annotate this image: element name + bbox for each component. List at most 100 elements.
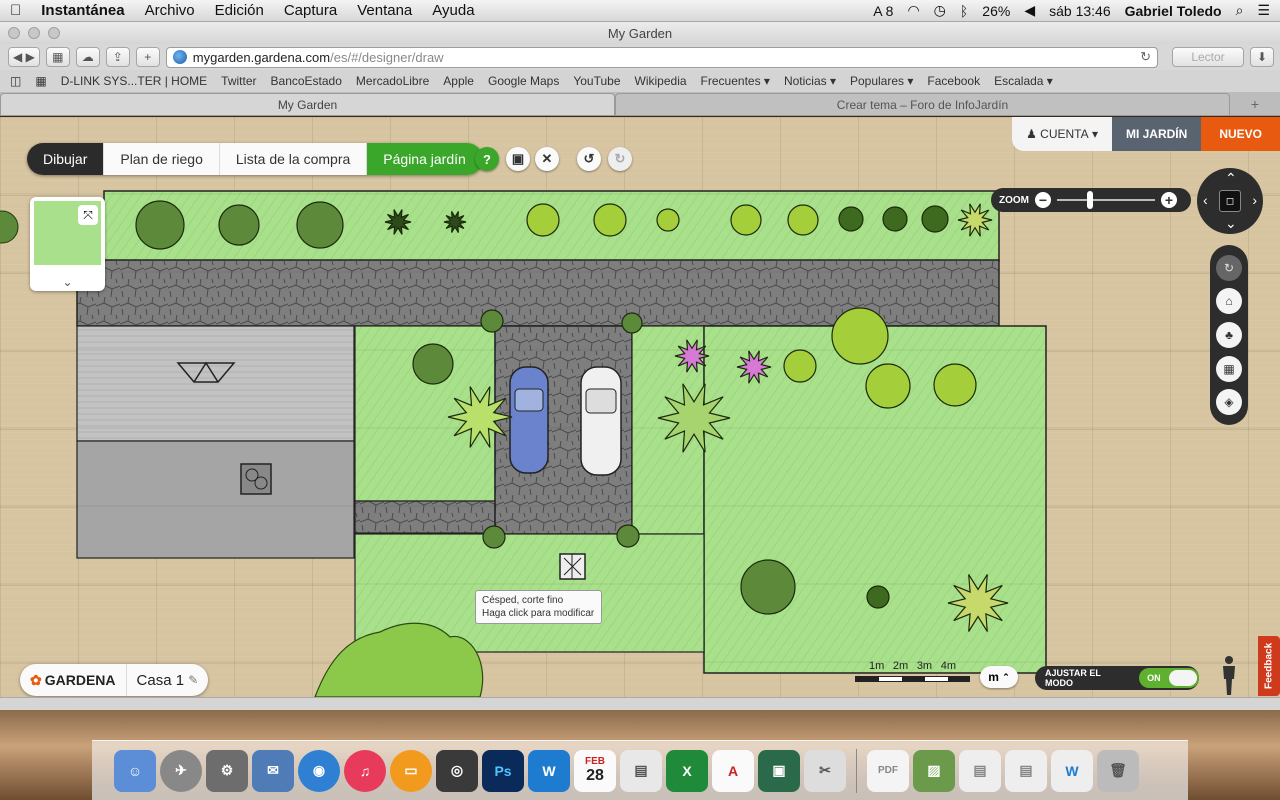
unit-selector[interactable]: m ⌃ (980, 666, 1018, 688)
undo-icon[interactable]: ↺ (577, 147, 601, 171)
plant-1[interactable] (218, 204, 260, 246)
user-menu[interactable]: Gabriel Toledo (1125, 3, 1222, 19)
icloud-icon[interactable]: ☁ (75, 47, 100, 67)
pan-control[interactable]: ⌃ ⌄ ‹ › ◻ (1197, 168, 1263, 234)
rotate-icon[interactable]: ↻ (1216, 254, 1242, 281)
zoom-in-button[interactable]: + (1161, 192, 1177, 208)
volume-icon[interactable]: ◀ (1024, 2, 1035, 19)
tab-plan-de-riego[interactable]: Plan de riego (104, 143, 220, 175)
bookmark-frecuentes[interactable]: Frecuentes ▾ (701, 74, 770, 88)
image-document-icon[interactable]: ▨ (913, 749, 955, 792)
plant-8[interactable] (730, 204, 762, 236)
system-preferences-icon[interactable]: ⚙ (206, 749, 248, 792)
zoom-window-button[interactable] (48, 27, 60, 39)
plant-2[interactable] (296, 201, 344, 249)
plant-23[interactable] (933, 363, 977, 407)
minimap-expand-icon[interactable]: ⤧ (78, 205, 98, 225)
bookmark-apple[interactable]: Apple (443, 74, 474, 88)
chevron-down-icon[interactable]: ⌄ (30, 275, 105, 289)
house-icon[interactable]: ⌂ (1216, 288, 1242, 315)
bookmark-populares[interactable]: Populares ▾ (850, 74, 913, 88)
plant-15[interactable] (621, 312, 643, 334)
plant-25[interactable] (482, 525, 506, 549)
plant-11[interactable] (882, 206, 908, 232)
preview-app-icon[interactable]: ✉ (252, 749, 294, 792)
reading-list-icon[interactable]: ◫ (10, 74, 21, 88)
bookmark-twitter[interactable]: Twitter (221, 74, 256, 88)
edit-icon[interactable]: ✎ (188, 673, 198, 687)
new-button[interactable]: NUEVO (1201, 117, 1280, 151)
new-tab-button[interactable]: + (135, 47, 160, 67)
tab-lista-compra[interactable]: Lista de la compra (219, 143, 368, 175)
back-button[interactable]: ◀ ▶ (8, 47, 40, 67)
spotlight-icon[interactable]: ⌕ (1236, 2, 1244, 19)
plant-5[interactable] (526, 203, 560, 237)
shrub-edge[interactable] (0, 210, 19, 244)
top-sites-icon[interactable]: ▦ (45, 47, 70, 67)
bookmark-noticias[interactable]: Noticias ▾ (784, 74, 836, 88)
excel-icon[interactable]: X (666, 749, 708, 792)
downloads-stack-icon[interactable]: ▤ (1005, 749, 1047, 792)
close-window-button[interactable] (8, 27, 20, 39)
pdf-document-icon[interactable]: PDF (867, 749, 909, 792)
bookmark-bancoestado[interactable]: BancoEstado (271, 74, 342, 88)
launchpad-icon[interactable]: ✈ (160, 749, 202, 792)
plant-16[interactable] (412, 343, 454, 385)
reload-icon[interactable]: ↻ (1140, 49, 1151, 65)
apple-menu-icon[interactable]:  (0, 2, 31, 19)
pan-down-icon[interactable]: ⌄ (1225, 215, 1237, 232)
wifi-icon[interactable]: ◠ (907, 2, 919, 19)
zoom-slider[interactable] (1057, 191, 1155, 209)
plant-6[interactable] (593, 203, 627, 237)
house-floor[interactable] (76, 440, 355, 559)
facetime-icon[interactable]: ◎ (436, 749, 478, 792)
iphoto-icon[interactable]: ▣ (758, 749, 800, 792)
time-machine-icon[interactable]: ◷ (934, 2, 946, 19)
word-icon[interactable]: W (528, 749, 570, 792)
save-icon[interactable]: ▣ (506, 147, 530, 171)
plant-0[interactable] (135, 200, 185, 250)
pan-right-icon[interactable]: › (1252, 192, 1257, 208)
car-blue[interactable] (509, 366, 549, 474)
my-garden-button[interactable]: MI JARDÍN (1111, 117, 1202, 151)
plant-21[interactable] (831, 307, 889, 365)
redo-icon[interactable]: ↻ (608, 147, 632, 171)
calendar-icon[interactable]: FEB 28 (574, 749, 616, 792)
account-menu[interactable]: ♟ CUENTA ▾ (1012, 117, 1112, 151)
fit-view-icon[interactable]: ◻ (1219, 190, 1241, 212)
bookmark-mercadolibre[interactable]: MercadoLibre (356, 74, 429, 88)
tab-add-icon[interactable]: + (1230, 93, 1280, 115)
plant-9[interactable] (787, 204, 819, 236)
share-icon[interactable]: ⇪ (105, 47, 130, 67)
acrobat-icon[interactable]: A (712, 749, 754, 792)
delete-icon[interactable]: ✕ (535, 147, 559, 171)
photoshop-icon[interactable]: Ps (482, 749, 524, 792)
plant-27[interactable] (740, 559, 796, 615)
snap-mode-toggle[interactable]: ON (1139, 668, 1199, 688)
menu-archivo[interactable]: Archivo (135, 2, 205, 19)
bookmark-wikipedia[interactable]: Wikipedia (635, 74, 687, 88)
bookmark-facebook[interactable]: Facebook (927, 74, 980, 88)
plant-7[interactable] (656, 208, 680, 232)
word-document-icon[interactable]: W (1051, 749, 1093, 792)
top-sites-bookmark-icon[interactable]: ▦ (35, 74, 46, 88)
safari-icon[interactable]: ◉ (298, 749, 340, 792)
tab-dibujar[interactable]: Dibujar (27, 143, 105, 175)
plant-20[interactable] (783, 349, 817, 383)
plant-14[interactable] (480, 309, 504, 333)
menu-captura[interactable]: Captura (274, 2, 347, 19)
plant-12[interactable] (921, 205, 949, 233)
bookmark-google-maps[interactable]: Google Maps (488, 74, 559, 88)
trash-icon[interactable]: 🗑 (1097, 749, 1139, 792)
car-white[interactable] (580, 366, 622, 476)
grid-icon[interactable]: ▦ (1216, 355, 1242, 382)
tab-infojardin[interactable]: Crear tema – Foro de InfoJardín (615, 93, 1230, 115)
bookmark-escalada[interactable]: Escalada ▾ (994, 74, 1053, 88)
menu-edicion[interactable]: Edición (205, 2, 274, 19)
plant-22[interactable] (865, 363, 911, 409)
zoom-slider-thumb[interactable] (1087, 191, 1093, 209)
notifications-status[interactable]: A 8 (873, 3, 893, 19)
ibooks-icon[interactable]: ▭ (390, 749, 432, 792)
preview-icon[interactable]: ▤ (620, 749, 662, 792)
itunes-icon[interactable]: ♫ (344, 749, 386, 792)
